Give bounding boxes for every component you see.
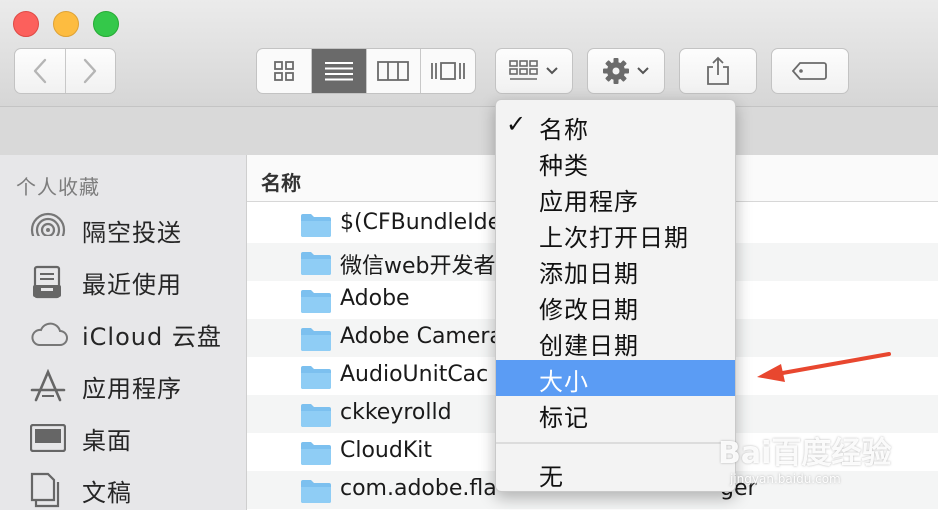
arrange-by-menu: ✓ 名称 种类 应用程序 上次打开日期 添加日期 修改日期 创建日期 大小 标记…	[495, 99, 736, 492]
menu-item-label: 无	[539, 463, 564, 491]
watermark-url: jingyan.baidu.com	[730, 472, 841, 486]
menu-item-label: 种类	[539, 152, 589, 180]
sidebar-item-desktop[interactable]: 桌面	[30, 418, 132, 458]
sidebar-item-documents[interactable]: 文稿	[30, 470, 132, 510]
cloud-icon	[30, 314, 72, 354]
menu-item-tags[interactable]: 标记	[496, 396, 735, 432]
folder-icon	[301, 290, 331, 313]
folder-icon	[301, 214, 331, 237]
menu-item-none[interactable]: 无	[496, 455, 735, 491]
cover-flow-icon	[431, 62, 466, 80]
menu-item-label: 大小	[539, 368, 589, 396]
file-name: CloudKit	[340, 438, 433, 463]
folder-icon	[301, 328, 331, 351]
sidebar-heading-favorites: 个人收藏	[16, 175, 100, 199]
chevron-down-icon	[546, 67, 558, 75]
file-name: ckkeyrolld	[340, 400, 452, 425]
folder-icon	[301, 442, 331, 465]
watermark-logo-text: Bai百度经验	[718, 436, 892, 471]
tag-icon	[792, 62, 827, 80]
documents-icon	[30, 470, 72, 510]
menu-item-label: 创建日期	[539, 332, 639, 360]
checkmark-icon: ✓	[506, 110, 527, 138]
back-button[interactable]	[15, 49, 66, 93]
sidebar: 个人收藏 隔空投送 最近使用 iCloud 云盘 应用程序 桌面 文稿	[0, 155, 247, 510]
chevron-down-icon	[637, 67, 649, 75]
close-window-button[interactable]	[13, 11, 39, 37]
sidebar-item-label: 隔空投送	[82, 218, 182, 247]
sidebar-item-label: 最近使用	[82, 270, 182, 299]
menu-item-label: 添加日期	[539, 260, 639, 288]
menu-item-date-created[interactable]: 创建日期	[496, 324, 735, 360]
menu-item-label: 标记	[539, 404, 589, 432]
chevron-right-icon	[84, 58, 97, 84]
folder-icon	[301, 252, 331, 275]
sidebar-item-label: iCloud 云盘	[82, 322, 222, 351]
sidebar-item-label: 文稿	[82, 478, 132, 507]
applications-icon	[30, 366, 72, 406]
file-name: Adobe	[340, 286, 410, 311]
menu-item-size[interactable]: 大小	[496, 360, 735, 396]
arrange-by-button[interactable]	[495, 48, 573, 94]
icon-view-button[interactable]	[257, 49, 312, 93]
grid-icon	[273, 61, 294, 81]
menu-item-kind[interactable]: 种类	[496, 144, 735, 180]
arrange-icon	[509, 60, 538, 80]
list-icon	[324, 62, 353, 81]
airdrop-icon	[30, 210, 72, 250]
menu-item-date-added[interactable]: 添加日期	[496, 252, 735, 288]
window-toolbar	[0, 0, 938, 106]
menu-item-name[interactable]: ✓ 名称	[496, 108, 735, 144]
path-bar	[0, 106, 938, 156]
view-mode-control	[256, 48, 476, 94]
file-name: Adobe Camera	[340, 324, 503, 349]
menu-item-date-last-opened[interactable]: 上次打开日期	[496, 216, 735, 252]
columns-icon	[377, 61, 410, 81]
sidebar-item-label: 应用程序	[82, 374, 182, 403]
list-view-button[interactable]	[311, 49, 367, 93]
menu-item-date-modified[interactable]: 修改日期	[496, 288, 735, 324]
menu-item-label: 修改日期	[539, 296, 639, 324]
baidu-watermark: Bai百度经验 jingyan.baidu.com	[718, 428, 938, 510]
menu-item-application[interactable]: 应用程序	[496, 180, 735, 216]
menu-separator	[496, 442, 735, 444]
share-icon	[707, 56, 729, 85]
file-name: AudioUnitCac	[340, 362, 489, 387]
sidebar-item-airdrop[interactable]: 隔空投送	[30, 210, 182, 250]
zoom-window-button[interactable]	[93, 11, 119, 37]
tags-button[interactable]	[771, 48, 849, 94]
minimize-window-button[interactable]	[53, 11, 79, 37]
folder-icon	[301, 404, 331, 427]
share-button[interactable]	[679, 48, 757, 94]
annotation-arrow-icon	[757, 352, 891, 382]
sidebar-item-icloud-drive[interactable]: iCloud 云盘	[30, 314, 222, 354]
menu-item-label: 名称	[539, 116, 589, 144]
cover-flow-view-button[interactable]	[421, 49, 475, 93]
chevron-left-icon	[33, 58, 46, 84]
forward-button[interactable]	[66, 49, 116, 93]
sidebar-item-recents[interactable]: 最近使用	[30, 262, 182, 302]
file-name: com.adobe.fla	[340, 476, 497, 501]
recents-icon	[30, 262, 72, 302]
menu-item-label: 上次打开日期	[539, 224, 689, 252]
sidebar-item-applications[interactable]: 应用程序	[30, 366, 182, 406]
file-name: $(CFBundleIde	[340, 210, 502, 235]
gear-icon	[603, 58, 629, 84]
folder-icon	[301, 366, 331, 389]
column-view-button[interactable]	[367, 49, 422, 93]
file-name: 微信web开发者	[340, 254, 496, 279]
menu-item-label: 应用程序	[539, 188, 639, 216]
sidebar-item-label: 桌面	[82, 426, 132, 455]
folder-icon	[301, 480, 331, 503]
column-header-label: 名称	[261, 171, 301, 195]
back-forward-group	[14, 48, 116, 94]
action-button[interactable]	[587, 48, 665, 94]
desktop-icon	[30, 418, 72, 458]
